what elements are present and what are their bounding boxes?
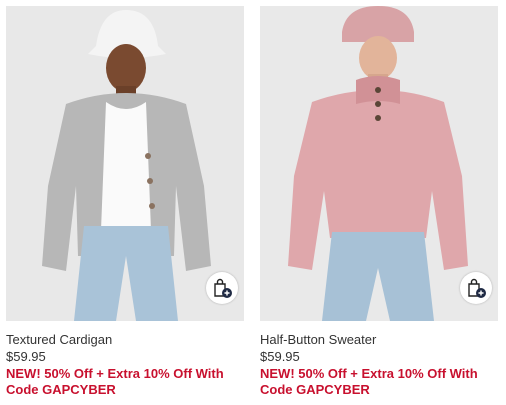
product-card-half-button-sweater[interactable]: Half-Button Sweater $59.95 NEW! 50% Off … [260,6,498,398]
promo-text: NEW! 50% Off + Extra 10% Off With Code G… [6,366,224,397]
product-price: $59.95 [6,349,46,364]
add-to-bag-button[interactable] [206,272,238,304]
add-to-bag-button[interactable] [460,272,492,304]
cardigan-photo [6,6,244,321]
product-image[interactable] [6,6,244,321]
product-name[interactable]: Textured Cardigan [6,332,244,348]
sweater-photo [260,6,498,321]
product-grid: Textured Cardigan $59.95 NEW! 50% Off + … [0,0,506,405]
promo-text: NEW! 50% Off + Extra 10% Off With Code G… [260,366,478,397]
product-image[interactable] [260,6,498,321]
product-card-textured-cardigan[interactable]: Textured Cardigan $59.95 NEW! 50% Off + … [6,6,244,398]
add-to-bag-icon [468,278,486,298]
product-price: $59.95 [260,349,300,364]
add-to-bag-icon [214,278,232,298]
product-name[interactable]: Half-Button Sweater [260,332,498,348]
